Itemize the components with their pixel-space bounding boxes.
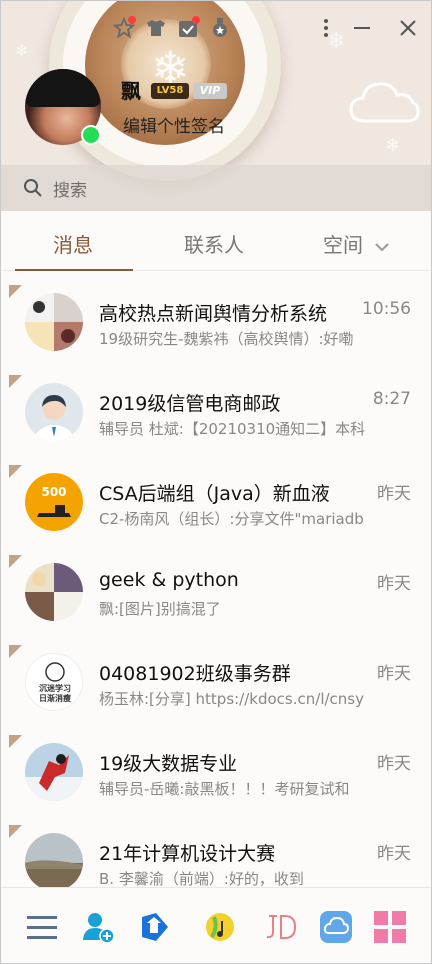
class-group-avatar: 沉迷学习 日渐消瘦 — [25, 653, 83, 711]
snowflake-icon: ❄ — [385, 135, 401, 156]
bottom-toolbar — [1, 887, 431, 963]
conversation-time: 昨天 — [377, 664, 411, 684]
online-status-indicator[interactable] — [81, 125, 101, 145]
vip-badge[interactable]: VIP — [193, 83, 227, 99]
profile-header: ❄ ❄ ❄ ❄ 飘 LV58 VIP 编辑个性签名 搜索 — [1, 1, 431, 211]
unread-dot — [128, 16, 136, 24]
weiyun-icon[interactable] — [319, 910, 353, 944]
conversation-title: 19级大数据专业 — [99, 753, 238, 775]
conversation-time: 昨天 — [377, 754, 411, 774]
conversation-time: 10:56 — [362, 299, 411, 319]
conversation-list[interactable]: 高校热点新闻舆情分析系统 10:56 19级研究生-魏紫祎（高校舆情）:好嘞 2… — [1, 273, 431, 887]
close-icon[interactable] — [393, 13, 423, 43]
conversation-time: 昨天 — [377, 484, 411, 504]
pinned-corner-icon — [9, 825, 22, 838]
search-placeholder: 搜索 — [53, 180, 87, 201]
conversation-title: CSA后端组（Java）新血液 — [99, 483, 330, 505]
pinned-corner-icon — [9, 465, 22, 478]
medal-icon[interactable] — [205, 13, 235, 43]
favorite-star-icon[interactable] — [109, 13, 139, 43]
conversation-preview: 飘:[图片]别搞混了 — [99, 600, 221, 618]
conversation-title: 2019级信管电商邮政 — [99, 393, 281, 415]
header-toolbar — [109, 13, 237, 43]
dress-up-shirt-icon[interactable] — [141, 13, 171, 43]
tab-qzone-label: 空间 — [323, 233, 363, 257]
music-icon[interactable] — [203, 910, 237, 944]
weather-cloud-icon[interactable] — [347, 73, 421, 129]
list-item[interactable]: 沉迷学习 日渐消瘦 04081902班级事务群 昨天 杨玉林:[分享] http… — [1, 633, 431, 723]
pinned-corner-icon — [9, 735, 22, 748]
signature-field[interactable]: 编辑个性签名 — [123, 112, 225, 137]
avatar-text-line: 日渐消瘦 — [39, 694, 71, 703]
jd-icon[interactable] — [263, 910, 297, 944]
list-item[interactable]: 19级大数据专业 昨天 辅导员-岳曦:敲黑板！！！考研复试和 — [1, 723, 431, 813]
group-avatar — [25, 743, 83, 801]
file-transfer-icon[interactable] — [137, 910, 171, 944]
snowflake-icon: ❄ — [15, 41, 29, 60]
conversation-preview: 杨玉林:[分享] https://kdocs.cn/l/cnsy — [99, 690, 364, 708]
conversation-time: 8:27 — [372, 389, 411, 409]
avatar-text-line: 沉迷学习 — [39, 684, 71, 693]
apps-icon[interactable] — [373, 910, 407, 944]
pinned-corner-icon — [9, 645, 22, 658]
minimize-icon[interactable] — [347, 13, 377, 43]
list-item[interactable]: 2019级信管电商邮政 8:27 辅导员 杜斌:【20210310通知二】本科 — [1, 363, 431, 453]
qq-main-window: ❄ ❄ ❄ ❄ 飘 LV58 VIP 编辑个性签名 搜索 消息 联系人 空间 高… — [0, 0, 432, 964]
csa-group-avatar: 500 — [25, 473, 83, 531]
conversation-time: 昨天 — [377, 574, 411, 594]
user-nickname[interactable]: 飘 — [121, 75, 141, 104]
calendar-checkin-icon[interactable] — [173, 13, 203, 43]
conversation-preview: 辅导员-岳曦:敲黑板！！！考研复试和 — [99, 780, 350, 798]
search-icon — [24, 179, 42, 197]
conversation-preview: C2-杨南风（组长）:分享文件"mariadb — [99, 510, 364, 528]
pinned-corner-icon — [9, 285, 22, 298]
conversation-preview: 辅导员 杜斌:【20210310通知二】本科 — [99, 420, 366, 438]
conversation-title: geek & python — [99, 569, 239, 591]
pinned-corner-icon — [9, 555, 22, 568]
pinned-corner-icon — [9, 375, 22, 388]
group-avatar — [25, 833, 83, 887]
conversation-title: 04081902班级事务群 — [99, 663, 291, 685]
chevron-down-icon — [375, 243, 390, 252]
conversation-preview: 19级研究生-魏紫祎（高校舆情）:好嘞 — [99, 330, 354, 348]
tab-contacts[interactable]: 联系人 — [184, 229, 244, 258]
group-avatar — [25, 293, 83, 351]
more-options-icon[interactable] — [311, 13, 341, 43]
active-tab-indicator — [15, 269, 133, 271]
conversation-title: 21年计算机设计大赛 — [99, 843, 276, 865]
level-badge[interactable]: LV58 — [151, 83, 189, 99]
add-contact-icon[interactable] — [81, 910, 115, 944]
tab-qzone[interactable]: 空间 — [323, 229, 390, 258]
default-person-avatar — [25, 383, 83, 441]
list-item[interactable]: geek & python 昨天 飘:[图片]别搞混了 — [1, 543, 431, 633]
unread-dot — [192, 16, 200, 24]
group-avatar — [25, 563, 83, 621]
conversation-preview: B. 李馨渝（前端）:好的，收到 — [99, 870, 304, 887]
avatar-hair-shape — [25, 69, 101, 107]
avatar-text: 沉迷学习 日渐消瘦 — [26, 684, 82, 704]
main-tabs: 消息 联系人 空间 — [1, 211, 431, 271]
list-item[interactable]: 高校热点新闻舆情分析系统 10:56 19级研究生-魏紫祎（高校舆情）:好嘞 — [1, 273, 431, 363]
list-item[interactable]: 500 CSA后端组（Java）新血液 昨天 C2-杨南风（组长）:分享文件"m… — [1, 453, 431, 543]
menu-icon[interactable] — [25, 910, 59, 944]
conversation-title: 高校热点新闻舆情分析系统 — [99, 303, 328, 325]
search-input[interactable]: 搜索 — [1, 165, 431, 211]
list-item[interactable]: 21年计算机设计大赛 昨天 B. 李馨渝（前端）:好的，收到 — [1, 813, 431, 887]
tab-messages[interactable]: 消息 — [53, 229, 93, 258]
conversation-time: 昨天 — [377, 844, 411, 864]
